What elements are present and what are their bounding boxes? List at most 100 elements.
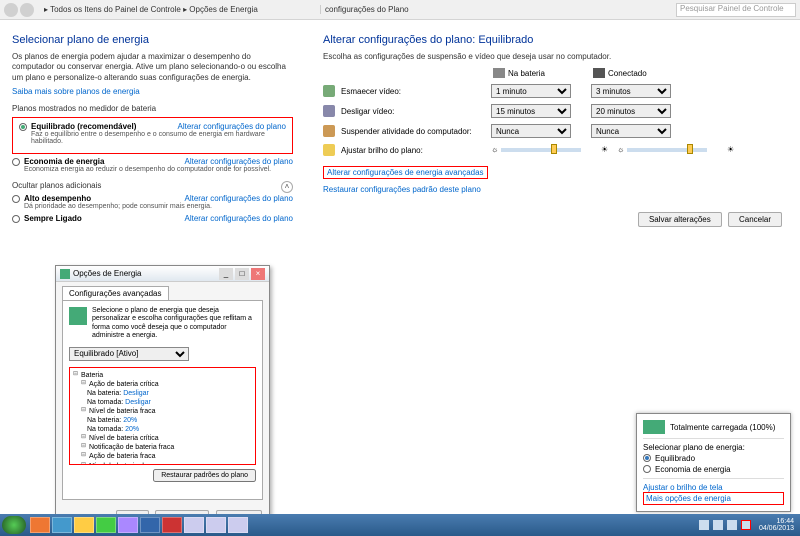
more-power-options-link[interactable]: Mais opções de energia [643, 492, 784, 505]
power-options-panel: Selecionar plano de energia Os planos de… [0, 20, 305, 515]
display-off-icon [323, 105, 335, 117]
dim-plugged-select[interactable]: 3 minutos [591, 84, 671, 98]
off-plugged-select[interactable]: 20 minutos [591, 104, 671, 118]
minimize-button[interactable]: _ [219, 268, 233, 280]
page-description: Os planos de energia podem ajudar a maxi… [12, 52, 293, 83]
tree-reserve-level[interactable]: Nível de bateria de reserva [81, 462, 252, 465]
radio-icon[interactable] [12, 215, 20, 223]
plan-balanced-highlight: Equilibrado (recomendável) Alterar confi… [12, 117, 293, 154]
row-sleep: Suspender atividade do computador: Nunca… [323, 124, 782, 138]
page-title: Alterar configurações do plano: Equilibr… [323, 34, 782, 46]
radio-icon[interactable] [12, 158, 20, 166]
plug-icon [593, 68, 605, 78]
battery-icon [69, 307, 87, 325]
taskbar-window-icon[interactable] [206, 517, 226, 533]
system-tray: 16:4404/06/2013 [699, 518, 798, 532]
nav-forward-button[interactable] [20, 3, 34, 17]
sleep-battery-select[interactable]: Nunca [491, 124, 571, 138]
plan-balanced[interactable]: Equilibrado (recomendável) Alterar confi… [19, 122, 286, 145]
tree-low-notification[interactable]: Notificação de bateria fraca [81, 443, 252, 452]
tree-leaf[interactable]: Na tomada: Desligar [73, 398, 252, 407]
taskbar-window-icon[interactable] [184, 517, 204, 533]
brightness-battery-slider[interactable] [501, 148, 581, 152]
advanced-settings-dialog: Opções de Energia _ □ × Configurações av… [55, 265, 270, 515]
address-bar: ▸ Todos os Itens do Painel de Controle ▸… [0, 0, 800, 20]
tree-critical-action[interactable]: Ação de bateria crítica [81, 380, 252, 389]
radio-icon[interactable] [12, 195, 20, 203]
brightness-plugged-slider[interactable] [627, 148, 707, 152]
battery-tray-popup: Totalmente carregada (100%) Selecionar p… [636, 413, 791, 512]
tree-low-level[interactable]: Nível de bateria fraca [81, 407, 252, 416]
restore-defaults-button[interactable]: Restaurar padrões do plano [153, 469, 256, 482]
tray-flag-icon[interactable] [699, 520, 709, 530]
tree-leaf[interactable]: Na tomada: 20% [73, 425, 252, 434]
sun-low-icon: ☼ [617, 145, 627, 155]
popup-plan-saver[interactable]: Economia de energia [643, 465, 784, 474]
adjust-brightness-link[interactable]: Ajustar o brilho de tela [643, 483, 723, 492]
start-button[interactable] [2, 516, 26, 534]
change-plan-link[interactable]: Alterar configurações do plano [184, 214, 293, 223]
tree-battery[interactable]: Bateria [73, 371, 252, 380]
tree-critical-level[interactable]: Nível de bateria crítica [81, 434, 252, 443]
tray-network-icon[interactable] [713, 520, 723, 530]
tab-advanced[interactable]: Configurações avançadas [62, 286, 169, 300]
change-plan-link[interactable]: Alterar configurações do plano [184, 157, 293, 166]
tree-leaf[interactable]: Na bateria: Desligar [73, 389, 252, 398]
change-plan-link[interactable]: Alterar configurações do plano [177, 122, 286, 131]
brightness-icon [323, 144, 335, 156]
taskbar-app-icon[interactable] [118, 517, 138, 533]
learn-more-link[interactable]: Saiba mais sobre planos de energia [12, 87, 140, 96]
tree-low-action[interactable]: Ação de bateria fraca [81, 452, 252, 461]
search-input[interactable]: Pesquisar Painel de Controle [676, 3, 796, 17]
plan-high-performance[interactable]: Alto desempenho Alterar configurações do… [12, 194, 293, 210]
plan-always-on[interactable]: Sempre Ligado Alterar configurações do p… [12, 214, 293, 223]
restore-plan-defaults-link[interactable]: Restaurar configurações padrão deste pla… [323, 185, 481, 194]
dialog-intro: Selecione o plano de energia que deseja … [69, 307, 256, 341]
plan-power-saver[interactable]: Economia de energia Alterar configuraçõe… [12, 157, 293, 173]
plan-select[interactable]: Equilibrado [Ativo] [69, 347, 189, 361]
popup-plan-balanced[interactable]: Equilibrado [643, 454, 784, 463]
close-button[interactable]: × [251, 268, 265, 280]
row-brightness: Ajustar brilho do plano: ☼ ☀ ☼ ☀ [323, 144, 782, 156]
dialog-titlebar[interactable]: Opções de Energia _ □ × [56, 266, 269, 282]
cancel-button[interactable]: Cancelar [728, 212, 782, 227]
radio-icon [643, 454, 651, 462]
save-button[interactable]: Salvar alterações [638, 212, 722, 227]
settings-tree-highlight: Bateria Ação de bateria crítica Na bater… [69, 367, 256, 465]
power-icon [60, 269, 70, 279]
section-plans-meter: Planos mostrados no medidor de bateria [12, 104, 293, 113]
battery-icon [493, 68, 505, 78]
sun-high-icon: ☀ [727, 145, 737, 155]
taskbar: 16:4404/06/2013 [0, 514, 800, 536]
tree-leaf[interactable]: Na bateria: 20% [73, 416, 252, 425]
row-dim-display: Esmaecer vídeo: 1 minuto 3 minutos [323, 84, 782, 98]
row-turn-off-display: Desligar vídeo: 15 minutos 20 minutos [323, 104, 782, 118]
taskbar-explorer-icon[interactable] [74, 517, 94, 533]
change-plan-link[interactable]: Alterar configurações do plano [184, 194, 293, 203]
taskbar-photoshop-icon[interactable] [140, 517, 160, 533]
taskbar-clock[interactable]: 16:4404/06/2013 [755, 518, 798, 532]
sleep-icon [323, 125, 335, 137]
advanced-power-link[interactable]: Alterar configurações de energia avançad… [323, 166, 488, 179]
battery-status: Totalmente carregada (100%) [670, 423, 775, 432]
radio-icon[interactable] [19, 123, 27, 131]
collapse-button[interactable]: ˄ [281, 181, 293, 193]
nav-back-button[interactable] [4, 3, 18, 17]
dim-battery-select[interactable]: 1 minuto [491, 84, 571, 98]
sun-high-icon: ☀ [601, 145, 611, 155]
breadcrumb-left[interactable]: ▸ Todos os Itens do Painel de Controle ▸… [40, 5, 320, 14]
taskbar-window-icon[interactable] [228, 517, 248, 533]
tray-battery-icon[interactable] [741, 520, 751, 530]
breadcrumb-right[interactable]: configurações do Plano [320, 5, 550, 14]
sleep-plugged-select[interactable]: Nunca [591, 124, 671, 138]
page-description: Escolha as configurações de suspensão e … [323, 52, 782, 62]
column-headers: Na bateria Conectado [493, 68, 782, 78]
taskbar-firefox-icon[interactable] [30, 517, 50, 533]
off-battery-select[interactable]: 15 minutos [491, 104, 571, 118]
taskbar-chrome-icon[interactable] [96, 517, 116, 533]
maximize-button[interactable]: □ [235, 268, 249, 280]
tray-volume-icon[interactable] [727, 520, 737, 530]
section-additional-plans: Ocultar planos adicionais ˄ [12, 181, 293, 190]
taskbar-app-icon[interactable] [162, 517, 182, 533]
taskbar-ie-icon[interactable] [52, 517, 72, 533]
